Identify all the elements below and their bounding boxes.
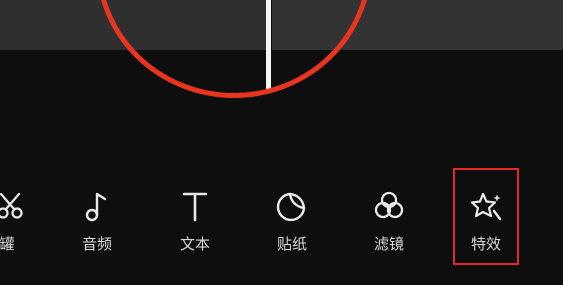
timeline-track[interactable] xyxy=(0,0,563,53)
music-note-icon xyxy=(85,192,107,222)
toolbar-item-text[interactable]: 文本 xyxy=(160,180,230,270)
toolbar-item-filter[interactable]: 滤镜 xyxy=(354,180,424,270)
video-clip-left[interactable] xyxy=(0,0,266,50)
text-icon xyxy=(182,192,208,222)
toolbar-item-cut[interactable]: 罐 xyxy=(0,180,42,270)
bottom-toolbar: 罐 音频 文本 贴纸 滤镜 特效 xyxy=(0,180,563,270)
toolbar-item-sticker[interactable]: 贴纸 xyxy=(257,180,327,270)
toolbar-item-label: 贴纸 xyxy=(276,235,307,253)
effects-star-icon xyxy=(470,192,502,221)
toolbar-item-label: 文本 xyxy=(179,235,210,253)
scissors-icon xyxy=(0,192,23,219)
toolbar-item-label: 罐 xyxy=(0,235,15,253)
toolbar-item-label: 音频 xyxy=(81,235,112,253)
playhead[interactable] xyxy=(266,0,271,93)
toolbar-item-audio[interactable]: 音频 xyxy=(62,180,132,270)
toolbar-item-effects[interactable]: 特效 xyxy=(451,180,521,270)
toolbar-item-label: 滤镜 xyxy=(373,235,404,253)
filter-icon xyxy=(374,191,404,219)
video-clip-right[interactable] xyxy=(272,0,563,50)
toolbar-item-label: 特效 xyxy=(470,235,501,253)
sticker-icon xyxy=(276,192,306,222)
